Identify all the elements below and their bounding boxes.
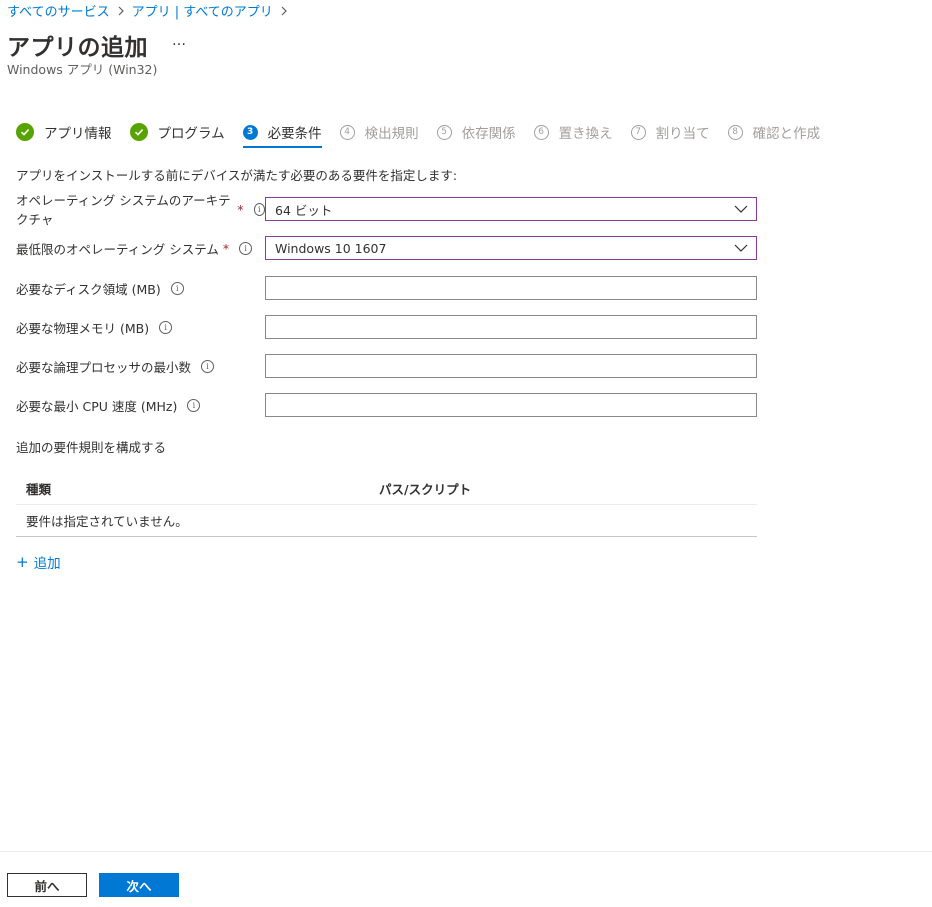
empty-message: 要件は指定されていません。 <box>26 514 188 529</box>
min-os-label-group: 最低限のオペレーティング システム * i <box>16 239 265 258</box>
cpu-speed-row: 必要な最小 CPU 速度 (MHz) i <box>16 393 757 417</box>
disk-space-row: 必要なディスク領域 (MB) i <box>16 276 757 300</box>
column-header-type[interactable]: 種類 <box>16 479 369 498</box>
step-number: 3 <box>242 124 258 140</box>
checkmark-icon <box>16 123 34 141</box>
add-rule-link[interactable]: + 追加 <box>16 552 61 572</box>
add-rule-label: 追加 <box>33 556 61 572</box>
info-icon[interactable]: i <box>201 359 215 373</box>
disk-space-label: 必要なディスク領域 (MB) <box>16 281 161 297</box>
step-requirements[interactable]: 3 必要条件 <box>242 122 322 148</box>
step-label: 検出規則 <box>364 126 419 142</box>
chevron-right-icon <box>280 6 288 16</box>
wizard-steps: アプリ情報 プログラム 3 必要条件 4 検出規則 5 依存関係 6 置き換え … <box>16 121 838 148</box>
step-assignments[interactable]: 7 割り当て <box>630 122 710 142</box>
memory-label: 必要な物理メモリ (MB) <box>16 320 150 336</box>
os-architecture-value: 64 ビット <box>275 202 333 218</box>
min-os-dropdown[interactable]: Windows 10 1607 <box>265 236 757 260</box>
step-review-create[interactable]: 8 確認と作成 <box>727 122 821 142</box>
min-os-value: Windows 10 1607 <box>275 240 387 256</box>
info-icon[interactable]: i <box>187 398 201 412</box>
breadcrumb-all-services[interactable]: すべてのサービス <box>7 1 110 20</box>
cpu-speed-input[interactable] <box>265 393 757 417</box>
step-label: プログラム <box>157 126 225 142</box>
cpu-speed-label-group: 必要な最小 CPU 速度 (MHz) i <box>16 396 265 415</box>
table-header: 種類 パス/スクリプト <box>16 472 757 505</box>
disk-space-input[interactable] <box>265 276 757 300</box>
step-label: 確認と作成 <box>752 126 821 142</box>
step-program[interactable]: プログラム <box>129 122 225 142</box>
step-number: 5 <box>436 124 452 140</box>
column-header-path-script[interactable]: パス/スクリプト <box>369 479 471 498</box>
checkmark-icon <box>129 123 148 141</box>
info-icon[interactable]: i <box>159 320 173 334</box>
step-supersedence[interactable]: 6 置き換え <box>533 122 613 142</box>
previous-button[interactable]: 前へ <box>7 873 87 897</box>
required-indicator: * <box>222 240 230 256</box>
info-icon[interactable]: i <box>170 281 184 295</box>
os-architecture-label-group: オペレーティング システムのアーキテクチャ * i <box>16 190 265 228</box>
cpu-speed-label: 必要な最小 CPU 速度 (MHz) <box>16 398 178 414</box>
step-label: アプリ情報 <box>44 126 112 142</box>
min-os-label: 最低限のオペレーティング システム <box>16 241 219 257</box>
chevron-down-icon <box>734 203 748 218</box>
step-label: 必要条件 <box>267 126 322 142</box>
info-icon[interactable]: i <box>239 241 253 255</box>
processors-label: 必要な論理プロセッサの最小数 <box>16 359 192 375</box>
min-os-row: 最低限のオペレーティング システム * i Windows 10 1607 <box>16 236 757 260</box>
info-icon[interactable]: i <box>253 202 265 216</box>
step-number: 4 <box>339 124 355 140</box>
breadcrumb-apps[interactable]: アプリ | すべてのアプリ <box>132 1 273 20</box>
memory-row: 必要な物理メモリ (MB) i <box>16 315 757 339</box>
os-architecture-row: オペレーティング システムのアーキテクチャ * i 64 ビット <box>16 193 757 227</box>
breadcrumb: すべてのサービス アプリ | すべてのアプリ <box>7 1 295 20</box>
step-detection-rules[interactable]: 4 検出規則 <box>339 122 419 142</box>
more-options-button[interactable]: … <box>172 33 187 57</box>
plus-icon: + <box>16 553 29 571</box>
processors-label-group: 必要な論理プロセッサの最小数 i <box>16 357 265 376</box>
step-number: 6 <box>533 124 549 140</box>
disk-space-label-group: 必要なディスク領域 (MB) i <box>16 279 265 298</box>
step-label: 割り当て <box>655 126 710 142</box>
step-label: 依存関係 <box>461 126 516 142</box>
step-number: 7 <box>630 124 646 140</box>
step-number: 8 <box>727 124 743 140</box>
required-indicator: * <box>237 201 244 217</box>
memory-label-group: 必要な物理メモリ (MB) i <box>16 318 265 337</box>
requirements-description: アプリをインストールする前にデバイスが満たす必要のある要件を指定します: <box>16 168 458 183</box>
memory-input[interactable] <box>265 315 757 339</box>
title-row: アプリの追加 … <box>7 28 187 62</box>
requirement-rules-table: 種類 パス/スクリプト 要件は指定されていません。 <box>16 472 757 537</box>
next-button[interactable]: 次へ <box>99 873 179 897</box>
page-title: アプリの追加 <box>7 35 148 61</box>
table-row-empty: 要件は指定されていません。 <box>16 505 757 537</box>
footer-bar: 前へ 次へ <box>0 851 932 907</box>
additional-rules-title: 追加の要件規則を構成する <box>16 440 167 455</box>
chevron-right-icon <box>117 6 125 16</box>
processors-row: 必要な論理プロセッサの最小数 i <box>16 354 757 378</box>
page-subtitle: Windows アプリ (Win32) <box>7 62 158 77</box>
processors-input[interactable] <box>265 354 757 378</box>
chevron-down-icon <box>734 242 748 257</box>
step-app-info[interactable]: アプリ情報 <box>16 122 112 142</box>
step-dependencies[interactable]: 5 依存関係 <box>436 122 516 142</box>
step-label: 置き換え <box>558 126 613 142</box>
os-architecture-dropdown[interactable]: 64 ビット <box>265 197 757 221</box>
os-architecture-label: オペレーティング システムのアーキテクチャ <box>16 193 231 227</box>
